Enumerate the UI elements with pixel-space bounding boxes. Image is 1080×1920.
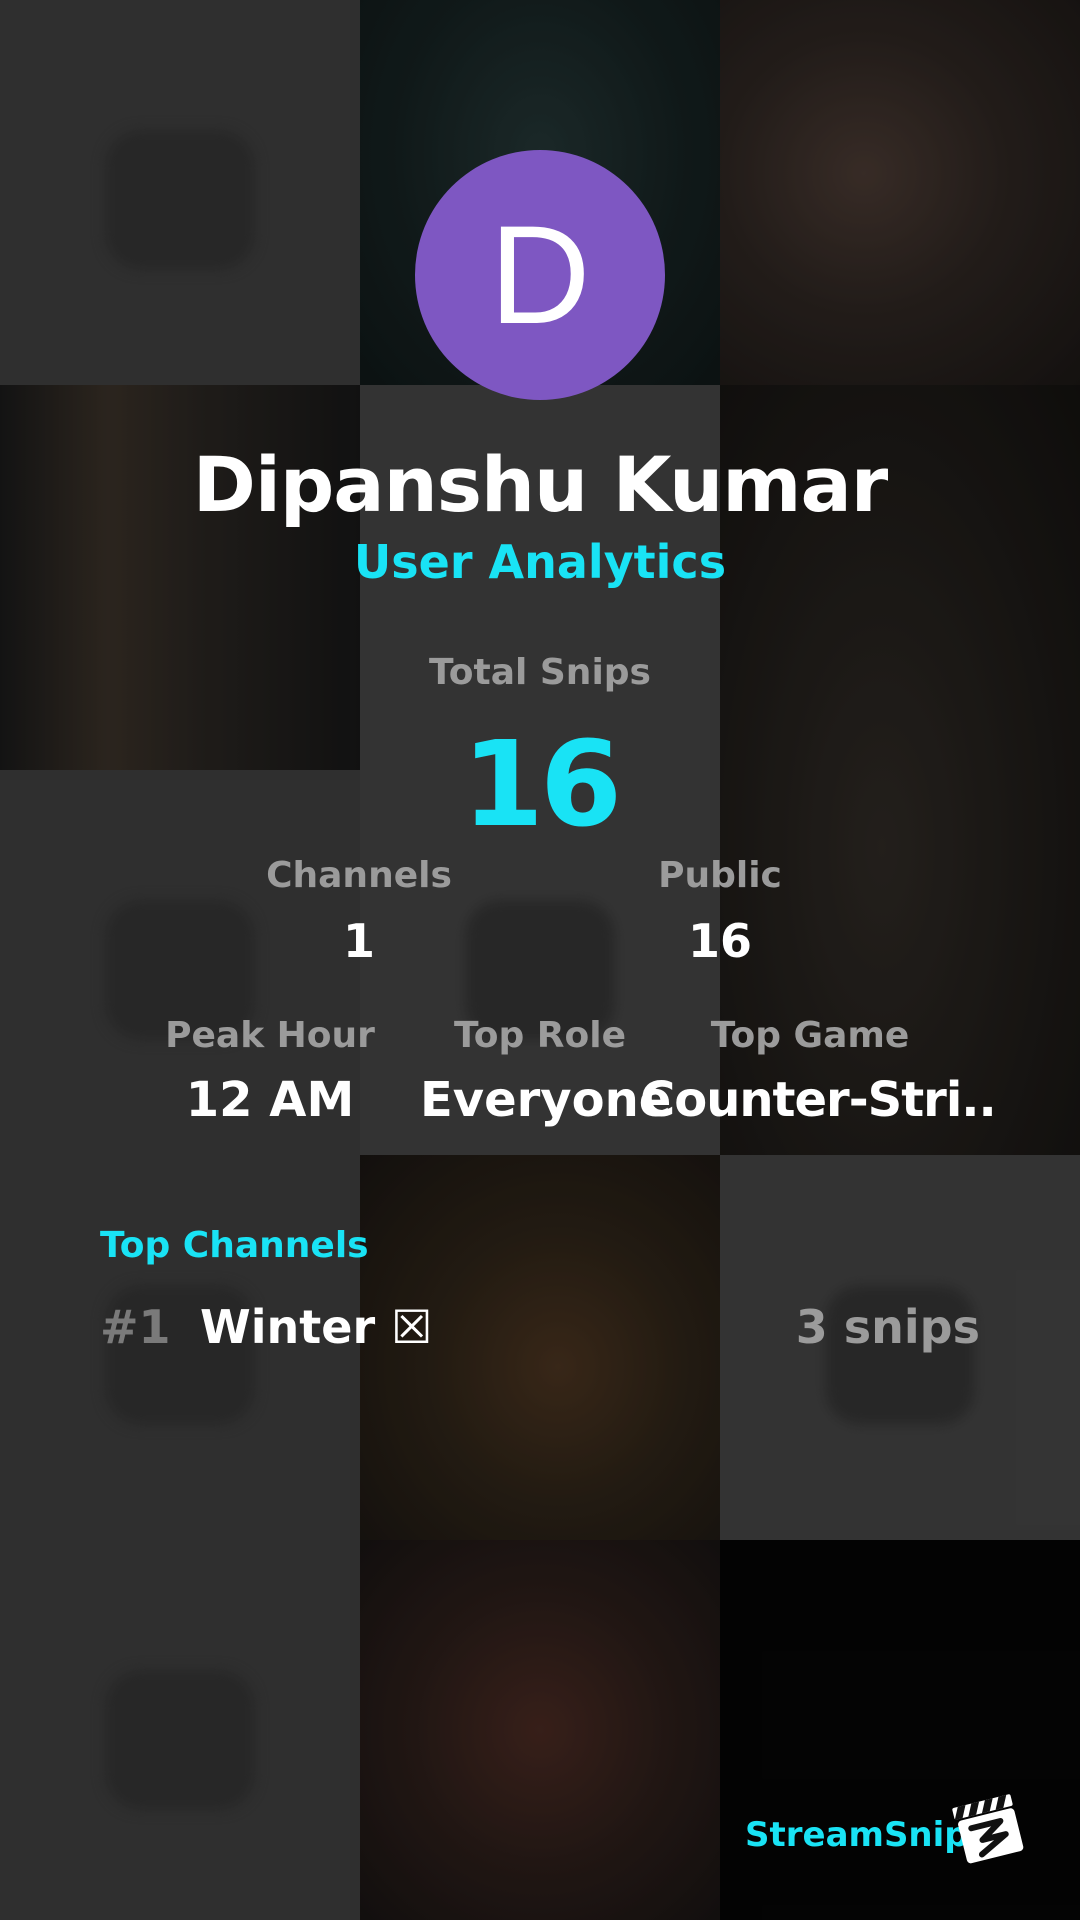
stat-top-game-value: Counter-Stri.. (640, 1072, 997, 1128)
stat-peak-hour-value: 12 AM (185, 1072, 355, 1128)
total-snips-value: 16 (461, 715, 622, 853)
page-subtitle: User Analytics (353, 535, 727, 589)
analytics-card: D Dipanshu Kumar User Analytics Total Sn… (0, 0, 1080, 1920)
stat-channels-value: 1 (342, 914, 375, 968)
stat-top-game: Top Game Counter-Stri.. (640, 1015, 997, 1128)
top-channels-title: Top Channels (100, 1225, 369, 1266)
stat-top-role-label: Top Role (453, 1015, 627, 1056)
stat-top-role: Top Role Everyone (420, 1015, 672, 1128)
stat-peak-hour-label: Peak Hour (165, 1015, 375, 1056)
clapperboard-icon (952, 1794, 1024, 1864)
list-item: #1 Winter ☒ 3 snips (100, 1300, 980, 1370)
stat-top-game-label: Top Game (710, 1015, 910, 1056)
total-snips-label: Total Snips (429, 652, 651, 693)
stat-channels: Channels 1 (234, 855, 484, 968)
stat-public-label: Public (658, 855, 782, 896)
channel-snip-count: 3 snips (795, 1300, 980, 1354)
stat-peak-hour: Peak Hour 12 AM (150, 1015, 390, 1128)
brand-name: StreamSnip (745, 1815, 969, 1855)
channel-name: Winter ☒ (200, 1300, 433, 1354)
avatar: D (415, 150, 665, 400)
stat-top-role-value: Everyone (420, 1072, 672, 1128)
channel-rank: #1 (100, 1300, 171, 1354)
stat-public: Public 16 (595, 855, 845, 968)
stat-channels-label: Channels (266, 855, 452, 896)
stat-public-value: 16 (687, 914, 752, 968)
avatar-initial: D (489, 196, 591, 353)
user-name: Dipanshu Kumar (192, 440, 888, 529)
